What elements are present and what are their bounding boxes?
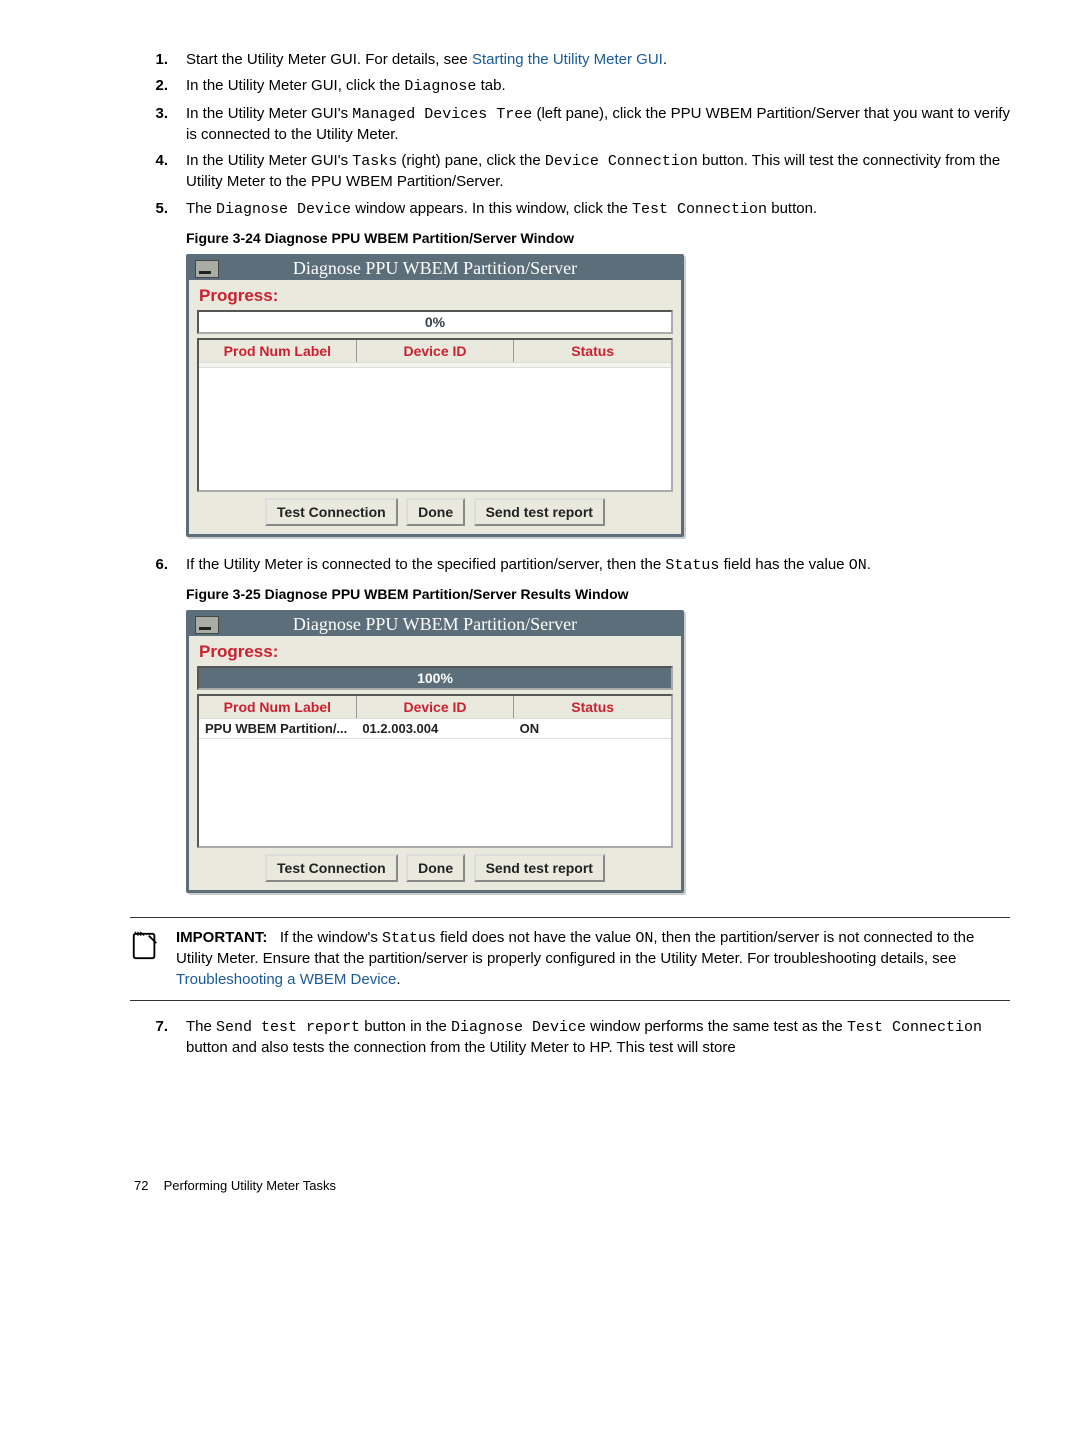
link-troubleshooting[interactable]: Troubleshooting a WBEM Device xyxy=(176,971,396,988)
step-text: In the Utility Meter GUI's Managed Devic… xyxy=(186,104,1010,146)
progress-label: Progress: xyxy=(199,286,673,306)
step-2: 2. In the Utility Meter GUI, click the D… xyxy=(130,76,1010,97)
step-text: Start the Utility Meter GUI. For details… xyxy=(186,50,1010,70)
figure-1: Diagnose PPU WBEM Partition/Server Progr… xyxy=(186,254,1010,537)
dialog-body: Progress: 0% Prod Num Label Device ID St… xyxy=(189,280,681,534)
step-number: 3. xyxy=(130,104,186,146)
step-number: 2. xyxy=(130,76,186,97)
figure-2: Diagnose PPU WBEM Partition/Server Progr… xyxy=(186,610,1010,893)
col-status[interactable]: Status xyxy=(514,340,671,362)
dialog-titlebar: Diagnose PPU WBEM Partition/Server xyxy=(189,613,681,636)
minimize-icon[interactable] xyxy=(195,260,219,278)
steps-list: 1. Start the Utility Meter GUI. For deta… xyxy=(130,50,1010,220)
done-button[interactable]: Done xyxy=(406,854,465,882)
table-header: Prod Num Label Device ID Status xyxy=(199,696,671,719)
step-text: The Diagnose Device window appears. In t… xyxy=(186,199,1010,220)
step-number: 4. xyxy=(130,151,186,193)
cell-device-id: 01.2.003.004 xyxy=(356,719,513,738)
results-table: Prod Num Label Device ID Status xyxy=(197,338,673,492)
step-text: If the Utility Meter is connected to the… xyxy=(186,555,1010,576)
send-test-report-button[interactable]: Send test report xyxy=(474,854,605,882)
col-status[interactable]: Status xyxy=(514,696,671,718)
diagnose-dialog-initial: Diagnose PPU WBEM Partition/Server Progr… xyxy=(186,254,684,537)
step-number: 1. xyxy=(130,50,186,70)
col-prod-num[interactable]: Prod Num Label xyxy=(199,696,357,718)
dialog-title-text: Diagnose PPU WBEM Partition/Server xyxy=(293,258,577,278)
send-test-report-button[interactable]: Send test report xyxy=(474,498,605,526)
link-starting-gui[interactable]: Starting the Utility Meter GUI xyxy=(472,51,663,68)
button-row: Test Connection Done Send test report xyxy=(197,498,673,526)
diagnose-dialog-results: Diagnose PPU WBEM Partition/Server Progr… xyxy=(186,610,684,893)
page-number: 72 xyxy=(134,1178,160,1193)
step-6: 6. If the Utility Meter is connected to … xyxy=(130,555,1010,576)
step-text: In the Utility Meter GUI's Tasks (right)… xyxy=(186,151,1010,193)
cell-prod-num: PPU WBEM Partition/... xyxy=(199,719,356,738)
results-table: Prod Num Label Device ID Status PPU WBEM… xyxy=(197,694,673,848)
steps-list: 7. The Send test report button in the Di… xyxy=(130,1017,1010,1059)
col-prod-num[interactable]: Prod Num Label xyxy=(199,340,357,362)
col-device-id[interactable]: Device ID xyxy=(357,696,515,718)
dialog-titlebar: Diagnose PPU WBEM Partition/Server xyxy=(189,257,681,280)
cell-status: ON xyxy=(514,719,671,738)
step-3: 3. In the Utility Meter GUI's Managed De… xyxy=(130,104,1010,146)
important-label: IMPORTANT: xyxy=(176,929,267,946)
progress-label: Progress: xyxy=(199,642,673,662)
footer-title: Performing Utility Meter Tasks xyxy=(164,1178,336,1193)
button-row: Test Connection Done Send test report xyxy=(197,854,673,882)
col-device-id[interactable]: Device ID xyxy=(357,340,515,362)
step-4: 4. In the Utility Meter GUI's Tasks (rig… xyxy=(130,151,1010,193)
step-number: 7. xyxy=(130,1017,186,1059)
important-icon xyxy=(130,928,176,990)
important-callout: IMPORTANT: If the window's Status field … xyxy=(130,917,1010,1001)
progress-bar: 0% xyxy=(197,310,673,334)
figure-caption-2: Figure 3-25 Diagnose PPU WBEM Partition/… xyxy=(186,586,1010,602)
dialog-title-text: Diagnose PPU WBEM Partition/Server xyxy=(293,614,577,634)
table-header: Prod Num Label Device ID Status xyxy=(199,340,671,363)
test-connection-button[interactable]: Test Connection xyxy=(265,854,398,882)
step-text: The Send test report button in the Diagn… xyxy=(186,1017,1010,1059)
minimize-icon[interactable] xyxy=(195,616,219,634)
step-text: In the Utility Meter GUI, click the Diag… xyxy=(186,76,1010,97)
figure-caption-1: Figure 3-24 Diagnose PPU WBEM Partition/… xyxy=(186,230,1010,246)
test-connection-button[interactable]: Test Connection xyxy=(265,498,398,526)
step-number: 6. xyxy=(130,555,186,576)
step-1: 1. Start the Utility Meter GUI. For deta… xyxy=(130,50,1010,70)
page: 1. Start the Utility Meter GUI. For deta… xyxy=(0,0,1080,1233)
page-footer: 72 Performing Utility Meter Tasks xyxy=(130,1178,1010,1193)
step-7: 7. The Send test report button in the Di… xyxy=(130,1017,1010,1059)
steps-list: 6. If the Utility Meter is connected to … xyxy=(130,555,1010,576)
table-row xyxy=(199,363,671,368)
done-button[interactable]: Done xyxy=(406,498,465,526)
dialog-body: Progress: 100% Prod Num Label Device ID … xyxy=(189,636,681,890)
step-5: 5. The Diagnose Device window appears. I… xyxy=(130,199,1010,220)
table-row: PPU WBEM Partition/... 01.2.003.004 ON xyxy=(199,719,671,739)
step-number: 5. xyxy=(130,199,186,220)
important-text: IMPORTANT: If the window's Status field … xyxy=(176,928,1010,990)
progress-bar: 100% xyxy=(197,666,673,690)
